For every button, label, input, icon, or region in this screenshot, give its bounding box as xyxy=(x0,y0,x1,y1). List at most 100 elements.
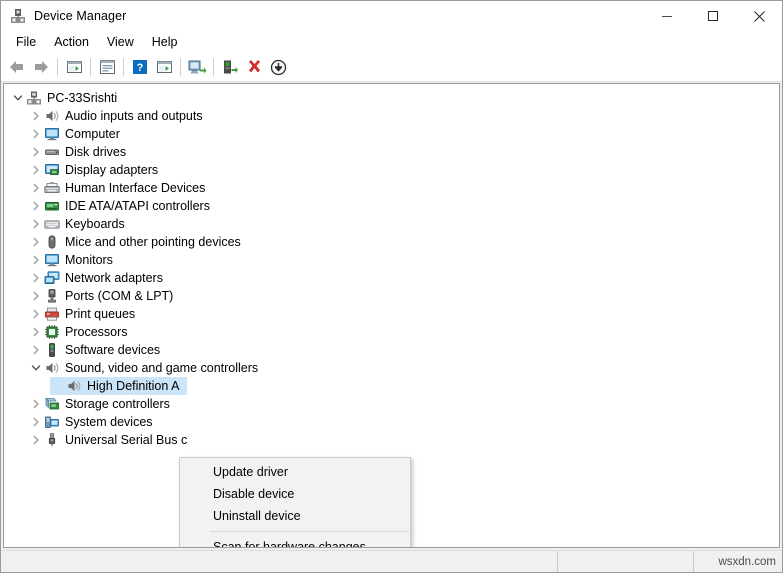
chevron-right-icon[interactable] xyxy=(28,252,44,268)
tree-item-hit[interactable]: Computer xyxy=(28,125,128,143)
usb-icon xyxy=(44,432,60,448)
status-pane-watermark: wsxdn.com xyxy=(718,555,776,568)
tree-item-hit[interactable]: High Definition A xyxy=(50,377,188,395)
chevron-right-icon[interactable] xyxy=(28,414,44,430)
tree-item[interactable]: Keyboards xyxy=(4,215,779,233)
status-pane-1 xyxy=(1,551,558,572)
tree-item-hit[interactable]: Monitors xyxy=(28,251,121,269)
chevron-right-icon[interactable] xyxy=(28,270,44,286)
tree-item-hit[interactable]: System devices xyxy=(28,413,161,431)
context-menu-item[interactable]: Update driver xyxy=(180,461,410,483)
chevron-right-icon[interactable] xyxy=(28,162,44,178)
tree-item-hit[interactable]: Storage controllers xyxy=(28,395,178,413)
system-device-icon xyxy=(44,414,60,430)
tree-item[interactable]: Storage controllers xyxy=(4,395,779,413)
tree-item-label: Universal Serial Bus c xyxy=(65,433,188,447)
tree-item-hit[interactable]: Audio inputs and outputs xyxy=(28,107,211,125)
tree-item[interactable]: PC-33Srishti xyxy=(4,89,779,107)
tree-item-hit[interactable]: Print queues xyxy=(28,305,143,323)
chevron-down-icon[interactable] xyxy=(10,90,26,106)
scan-for-hardware-changes-icon[interactable] xyxy=(185,55,209,79)
tree-item[interactable]: Processors xyxy=(4,323,779,341)
close-button[interactable] xyxy=(736,1,782,31)
toolbar-separator-5 xyxy=(213,58,214,76)
hid-icon xyxy=(44,180,60,196)
chevron-right-icon[interactable] xyxy=(28,234,44,250)
back-icon[interactable] xyxy=(5,55,29,79)
context-menu-item[interactable]: Uninstall device xyxy=(180,505,410,527)
maximize-button[interactable] xyxy=(690,1,736,31)
menu-action[interactable]: Action xyxy=(45,33,98,52)
tree-item[interactable]: Sound, video and game controllers xyxy=(4,359,779,377)
chevron-right-icon[interactable] xyxy=(28,216,44,232)
status-pane-2 xyxy=(558,551,694,572)
menu-view[interactable]: View xyxy=(98,33,143,52)
device-tree-panel[interactable]: PC-33Srishti Audio inputs and outputs Comp… xyxy=(3,83,780,548)
chevron-right-icon[interactable] xyxy=(28,324,44,340)
forward-icon[interactable] xyxy=(29,55,53,79)
tree-item-hit[interactable]: Keyboards xyxy=(28,215,133,233)
tree-item[interactable]: IDE ATA/ATAPI controllers xyxy=(4,197,779,215)
tree-item[interactable]: Monitors xyxy=(4,251,779,269)
tree-item[interactable]: Audio inputs and outputs xyxy=(4,107,779,125)
device-context-menu[interactable]: Update driver Disable device Uninstall dev… xyxy=(179,457,411,547)
monitor-icon xyxy=(44,252,60,268)
computer-root-icon xyxy=(26,90,42,106)
tree-item-hit[interactable]: Network adapters xyxy=(28,269,171,287)
chevron-right-icon[interactable] xyxy=(28,432,44,448)
chevron-right-icon[interactable] xyxy=(28,144,44,160)
chevron-right-icon[interactable] xyxy=(28,396,44,412)
tree-item[interactable]: Human Interface Devices xyxy=(4,179,779,197)
menu-file[interactable]: File xyxy=(7,33,45,52)
update-driver-icon[interactable] xyxy=(218,55,242,79)
tree-item-hit[interactable]: Disk drives xyxy=(28,143,134,161)
tree-item[interactable]: Computer xyxy=(4,125,779,143)
tree-item[interactable]: Mice and other pointing devices xyxy=(4,233,779,251)
tree-item-hit[interactable]: PC-33Srishti xyxy=(10,89,125,107)
chevron-right-icon[interactable] xyxy=(28,126,44,142)
chevron-right-icon[interactable] xyxy=(28,306,44,322)
properties-icon[interactable] xyxy=(95,55,119,79)
menu-help[interactable]: Help xyxy=(143,33,187,52)
tree-item-hit[interactable]: Display adapters xyxy=(28,161,166,179)
tree-item[interactable]: Network adapters xyxy=(4,269,779,287)
uninstall-device-icon[interactable] xyxy=(242,55,266,79)
tree-item[interactable]: High Definition A xyxy=(4,377,779,395)
chevron-right-icon[interactable] xyxy=(28,288,44,304)
tree-item[interactable]: Universal Serial Bus c xyxy=(4,431,779,449)
show-hide-console-tree-icon[interactable] xyxy=(62,55,86,79)
tree-item-hit[interactable]: IDE ATA/ATAPI controllers xyxy=(28,197,218,215)
tree-item-hit[interactable]: Processors xyxy=(28,323,136,341)
chevron-right-icon[interactable] xyxy=(28,198,44,214)
status-bar: wsxdn.com xyxy=(1,550,782,572)
tree-item[interactable]: Ports (COM & LPT) xyxy=(4,287,779,305)
tree-item-hit[interactable]: Software devices xyxy=(28,341,168,359)
toolbar-separator-4 xyxy=(180,58,181,76)
chevron-down-icon[interactable] xyxy=(28,360,44,376)
tree-item[interactable]: Print queues xyxy=(4,305,779,323)
tree-item-hit[interactable]: Human Interface Devices xyxy=(28,179,213,197)
display-adapter-icon xyxy=(44,162,60,178)
title-bar: Device Manager xyxy=(1,1,782,31)
tree-item[interactable]: Software devices xyxy=(4,341,779,359)
tree-item[interactable]: System devices xyxy=(4,413,779,431)
context-menu-item[interactable]: Scan for hardware changes xyxy=(180,536,410,547)
tree-item-hit[interactable]: Universal Serial Bus c xyxy=(28,431,195,449)
tree-item[interactable]: Disk drives xyxy=(4,143,779,161)
tree-item[interactable]: Display adapters xyxy=(4,161,779,179)
tree-item-hit[interactable]: Mice and other pointing devices xyxy=(28,233,249,251)
tree-item-hit[interactable]: Ports (COM & LPT) xyxy=(28,287,181,305)
speaker-icon xyxy=(44,108,60,124)
chevron-right-icon[interactable] xyxy=(28,342,44,358)
tree-item-hit[interactable]: Sound, video and game controllers xyxy=(28,359,266,377)
chevron-right-icon[interactable] xyxy=(28,180,44,196)
minimize-button[interactable] xyxy=(644,1,690,31)
context-menu-item[interactable]: Disable device xyxy=(180,483,410,505)
monitor-icon xyxy=(44,126,60,142)
disable-device-icon[interactable] xyxy=(266,55,290,79)
chevron-right-icon[interactable] xyxy=(28,108,44,124)
tree-item-label: Sound, video and game controllers xyxy=(65,361,259,375)
show-hide-action-pane-icon[interactable] xyxy=(152,55,176,79)
window-title: Device Manager xyxy=(34,9,127,23)
help-icon[interactable]: ? xyxy=(128,55,152,79)
